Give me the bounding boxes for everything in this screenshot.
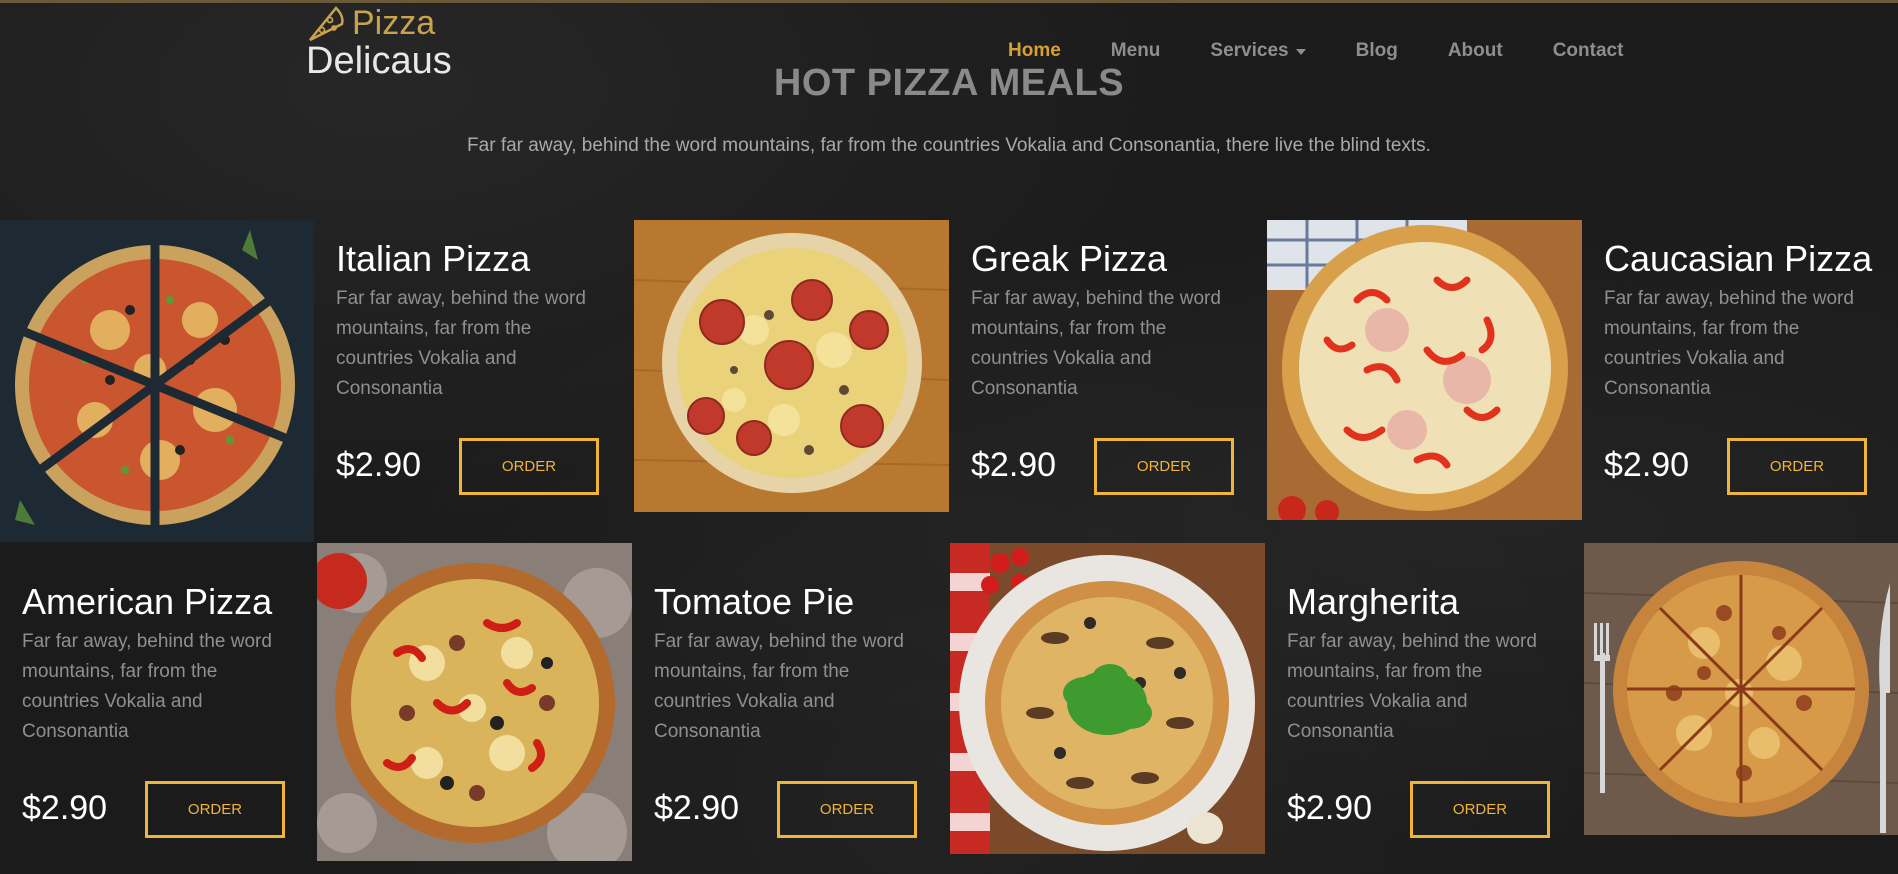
nav-menu[interactable]: Menu: [1111, 40, 1161, 62]
pizza-slice-icon: [309, 6, 344, 42]
item-price: $2.90: [336, 446, 422, 484]
margherita-image: [1584, 543, 1898, 835]
section-subtitle: Far far away, behind the word mountains,…: [467, 135, 1431, 156]
item-name: Margherita: [1287, 581, 1460, 622]
order-button[interactable]: ORDER: [777, 781, 917, 838]
section-title: HOT PIZZA MEALS: [773, 62, 1125, 104]
item-description: Far far away, behind the word mountains,…: [336, 288, 586, 399]
order-button[interactable]: ORDER: [1727, 438, 1867, 495]
tomatoe-pie-image: [950, 543, 1265, 854]
menu-item-card: Caucasian Pizza Far far away, behind the…: [1582, 220, 1898, 540]
order-button[interactable]: ORDER: [1094, 438, 1234, 495]
item-description: Far far away, behind the word mountains,…: [22, 631, 272, 742]
main-nav: Home Menu Services Blog About Contact: [1008, 40, 1673, 62]
nav-blog-label: Blog: [1355, 40, 1398, 61]
item-price: $2.90: [1604, 446, 1690, 484]
top-border: [0, 0, 1898, 3]
nav-about-label: About: [1447, 40, 1503, 61]
item-name: American Pizza: [22, 581, 273, 622]
nav-home[interactable]: Home: [1008, 40, 1061, 62]
nav-services-label: Services: [1210, 40, 1289, 61]
item-name: Tomatoe Pie: [654, 581, 855, 622]
nav-services[interactable]: Services: [1210, 40, 1306, 62]
item-description: Far far away, behind the word mountains,…: [1604, 288, 1854, 399]
greak-pizza-image: [634, 220, 949, 512]
order-button[interactable]: ORDER: [1410, 781, 1550, 838]
american-pizza-image: [317, 543, 632, 861]
item-description: Far far away, behind the word mountains,…: [654, 631, 904, 742]
order-button[interactable]: ORDER: [145, 781, 285, 838]
menu-item-card: Greak Pizza Far far away, behind the wor…: [949, 220, 1265, 540]
item-name: Caucasian Pizza: [1604, 238, 1873, 279]
item-price: $2.90: [1287, 789, 1373, 827]
nav-contact-label: Contact: [1552, 40, 1624, 61]
menu-item-card: Tomatoe Pie Far far away, behind the wor…: [632, 563, 948, 874]
menu-item-card: Italian Pizza Far far away, behind the w…: [314, 220, 630, 540]
nav-menu-label: Menu: [1110, 40, 1161, 61]
nav-blog[interactable]: Blog: [1356, 40, 1398, 62]
item-name: Italian Pizza: [336, 238, 531, 279]
caucasian-pizza-image: [1267, 220, 1582, 520]
nav-home-label: Home: [1008, 40, 1061, 61]
chevron-down-icon: [1295, 49, 1306, 55]
item-description: Far far away, behind the word mountains,…: [971, 288, 1221, 399]
item-price: $2.90: [654, 789, 740, 827]
nav-about[interactable]: About: [1448, 40, 1503, 62]
item-price: $2.90: [971, 446, 1057, 484]
menu-item-card: American Pizza Far far away, behind the …: [0, 563, 316, 874]
brand-line1: Pizza: [352, 4, 436, 42]
nav-contact[interactable]: Contact: [1553, 40, 1624, 62]
menu-item-card: Margherita Far far away, behind the word…: [1265, 563, 1581, 874]
item-description: Far far away, behind the word mountains,…: [1287, 631, 1537, 742]
item-name: Greak Pizza: [971, 238, 1168, 279]
italian-pizza-image: [0, 220, 314, 542]
order-button[interactable]: ORDER: [459, 438, 599, 495]
item-price: $2.90: [22, 789, 108, 827]
